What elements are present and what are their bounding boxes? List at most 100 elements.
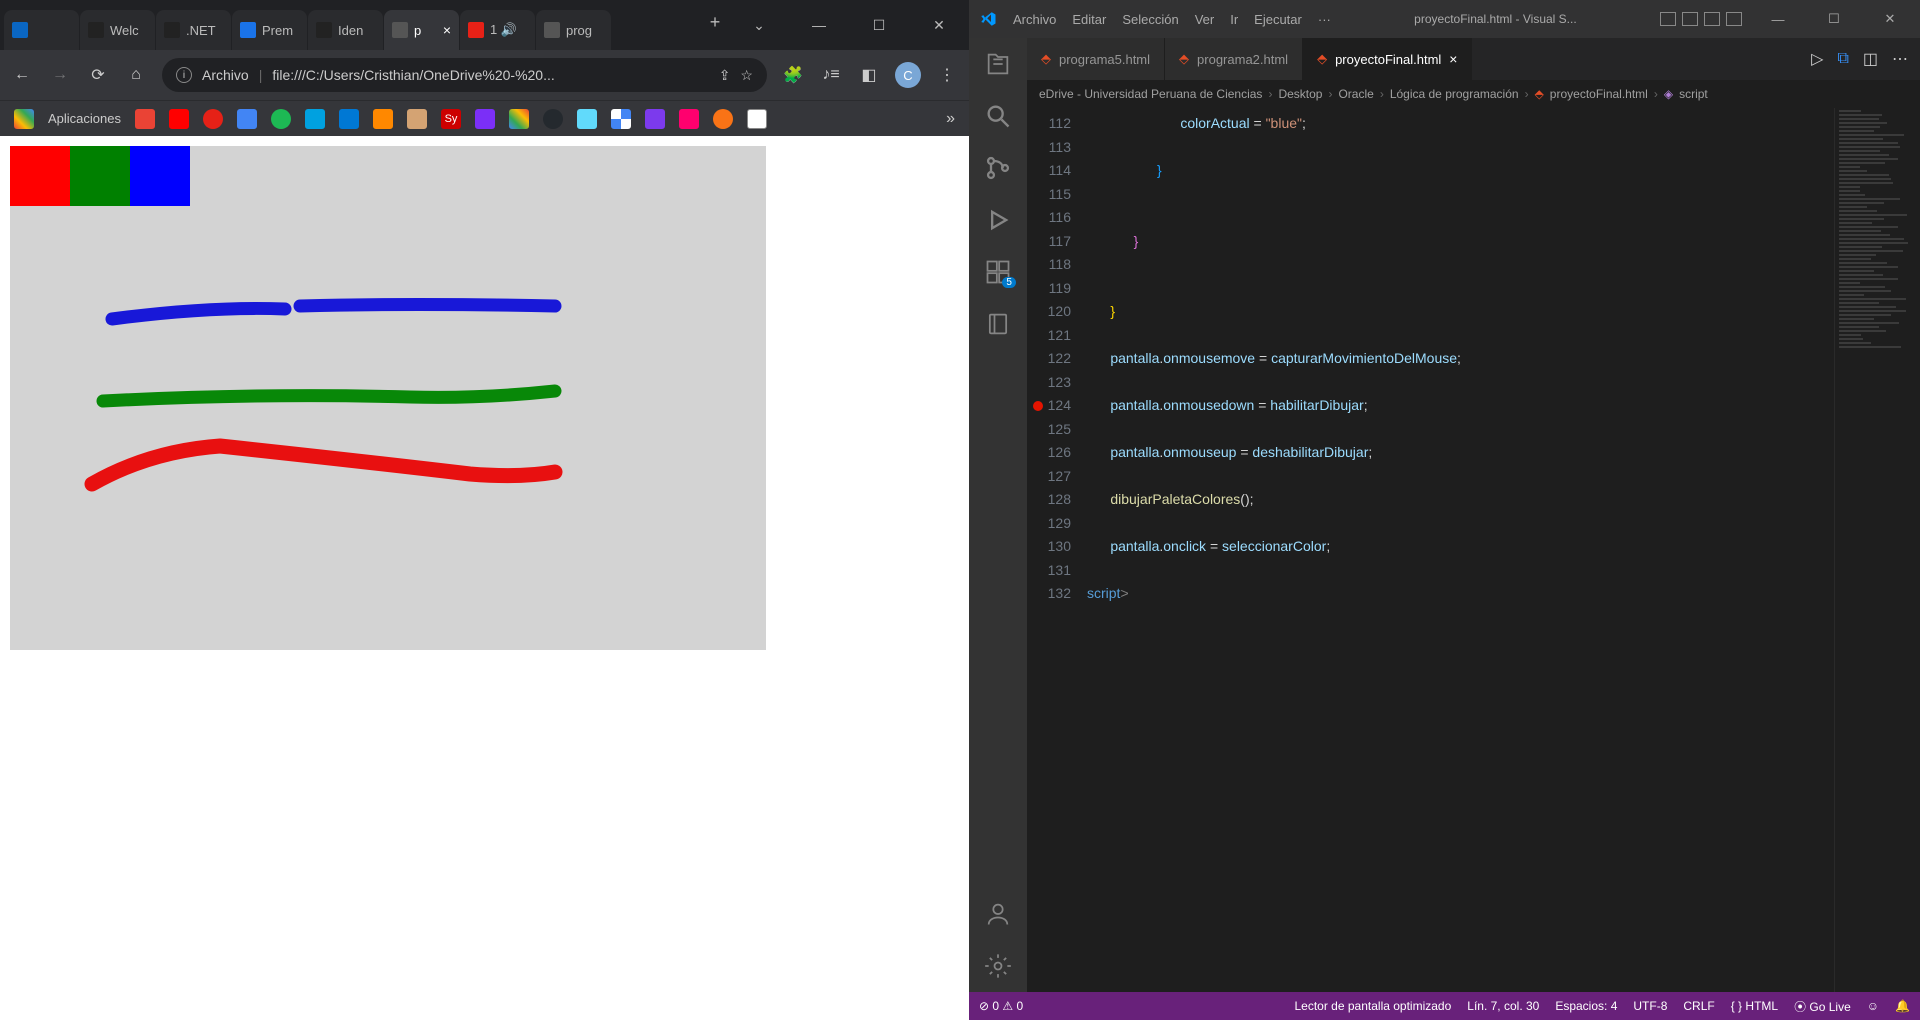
breadcrumb[interactable]: eDrive - Universidad Peruana de Ciencias… — [1027, 80, 1920, 108]
maximize-button[interactable]: ☐ — [1814, 11, 1854, 27]
breadcrumb-segment[interactable]: Desktop — [1278, 87, 1322, 101]
status-eol[interactable]: CRLF — [1683, 999, 1714, 1013]
browser-tab[interactable]: Welc — [80, 10, 155, 50]
profile-avatar[interactable]: C — [895, 62, 921, 88]
menu-item[interactable]: Archivo — [1013, 12, 1056, 27]
browser-tab[interactable]: .NET — [156, 10, 231, 50]
code-content[interactable]: colorActual = "blue"; } } } pantalla.onm… — [1087, 108, 1834, 992]
menu-item[interactable]: Ejecutar — [1254, 12, 1302, 27]
menu-item[interactable]: Ver — [1195, 12, 1215, 27]
run-icon[interactable]: ▷ — [1811, 49, 1823, 69]
close-button[interactable]: ✕ — [1870, 11, 1910, 27]
browser-tab[interactable]: Prem — [232, 10, 307, 50]
minimize-button[interactable]: — — [789, 5, 849, 45]
bookmark-icon[interactable] — [203, 109, 223, 129]
status-encoding[interactable]: UTF-8 — [1633, 999, 1667, 1013]
bookmark-icon[interactable] — [543, 109, 563, 129]
bookmark-icon[interactable] — [237, 109, 257, 129]
bookmark-icon[interactable]: Sy — [441, 109, 461, 129]
bookmark-icon[interactable] — [407, 109, 427, 129]
star-icon[interactable]: ☆ — [740, 67, 753, 84]
status-spaces[interactable]: Espacios: 4 — [1555, 999, 1617, 1013]
bookmark-icon[interactable] — [169, 109, 189, 129]
editor-tab[interactable]: ⬘proyectoFinal.html× — [1303, 38, 1472, 80]
bookmark-icon[interactable] — [747, 109, 767, 129]
menu-item[interactable]: Ir — [1230, 12, 1238, 27]
breadcrumb-segment[interactable]: eDrive - Universidad Peruana de Ciencias — [1039, 87, 1262, 101]
split-icon[interactable]: ⧉ — [1837, 50, 1848, 68]
breadcrumb-segment[interactable]: script — [1679, 87, 1708, 101]
media-icon[interactable]: ♪≡ — [819, 63, 843, 87]
menu-item[interactable]: Selección — [1122, 12, 1178, 27]
status-golive[interactable]: ⦿ Go Live — [1794, 998, 1851, 1015]
bookmark-icon[interactable] — [577, 109, 597, 129]
browser-tab[interactable]: p× — [384, 10, 459, 50]
status-screenreader[interactable]: Lector de pantalla optimizado — [1295, 999, 1452, 1013]
status-feedback-icon[interactable]: ☺ — [1867, 999, 1879, 1013]
bookmark-icon[interactable] — [475, 109, 495, 129]
breadcrumb-segment[interactable]: proyectoFinal.html — [1550, 87, 1648, 101]
split-editor-icon[interactable]: ◫ — [1863, 49, 1878, 69]
sidepanel-icon[interactable]: ◧ — [857, 63, 881, 87]
apps-label[interactable]: Aplicaciones — [48, 111, 121, 126]
apps-icon[interactable] — [14, 109, 34, 129]
drawing-canvas[interactable] — [10, 146, 766, 650]
breadcrumb-segment[interactable]: Oracle — [1338, 87, 1373, 101]
book-icon[interactable] — [984, 310, 1012, 338]
editor-tab[interactable]: ⬘programa2.html — [1165, 38, 1303, 80]
browser-tab[interactable]: 1 🔊 — [460, 10, 535, 50]
extensions-icon[interactable]: 🧩 — [781, 63, 805, 87]
info-icon[interactable]: i — [176, 67, 192, 83]
bookmark-icon[interactable] — [305, 109, 325, 129]
forward-button[interactable]: → — [48, 63, 72, 87]
code-editor[interactable]: 1121131141151161171181191201211221231241… — [1027, 108, 1920, 992]
new-tab-button[interactable]: + — [701, 8, 729, 36]
account-icon[interactable] — [984, 900, 1012, 928]
bookmark-icon[interactable] — [611, 109, 631, 129]
more-icon[interactable]: ⋯ — [1892, 49, 1908, 69]
close-icon[interactable]: × — [443, 22, 451, 38]
share-icon[interactable]: ⇪ — [719, 67, 731, 84]
bookmark-icon[interactable] — [271, 109, 291, 129]
menu-item[interactable]: ··· — [1318, 12, 1331, 27]
source-control-icon[interactable] — [984, 154, 1012, 182]
minimap[interactable] — [1834, 108, 1920, 992]
overflow-icon[interactable]: » — [946, 110, 955, 128]
bookmark-icon[interactable] — [645, 109, 665, 129]
back-button[interactable]: ← — [10, 63, 34, 87]
chevron-down-icon[interactable]: ⌄ — [729, 5, 789, 45]
extensions-icon[interactable]: 5 — [984, 258, 1012, 286]
explorer-icon[interactable] — [984, 50, 1012, 78]
reload-button[interactable]: ⟳ — [86, 63, 110, 87]
canvas-strokes — [10, 146, 766, 650]
settings-gear-icon[interactable] — [984, 952, 1012, 980]
bookmark-icon[interactable] — [713, 109, 733, 129]
maximize-button[interactable]: ☐ — [849, 5, 909, 45]
status-errors[interactable]: ⊘ 0 ⚠ 0 — [979, 999, 1023, 1013]
address-bar[interactable]: i Archivo | file:///C:/Users/Cristhian/O… — [162, 58, 767, 92]
html-file-icon: ⬘ — [1535, 87, 1544, 101]
menu-item[interactable]: Editar — [1072, 12, 1106, 27]
status-language[interactable]: { } HTML — [1731, 999, 1778, 1013]
bookmark-icon[interactable] — [373, 109, 393, 129]
bookmark-icon[interactable] — [509, 109, 529, 129]
editor-tab[interactable]: ⬘programa5.html — [1027, 38, 1165, 80]
status-cursor[interactable]: Lín. 7, col. 30 — [1467, 999, 1539, 1013]
status-bell-icon[interactable]: 🔔 — [1895, 999, 1910, 1013]
breakpoint-icon[interactable] — [1033, 401, 1043, 411]
layout-icons[interactable] — [1660, 12, 1742, 26]
bookmark-icon[interactable] — [679, 109, 699, 129]
breadcrumb-segment[interactable]: Lógica de programación — [1390, 87, 1519, 101]
bookmark-icon[interactable] — [339, 109, 359, 129]
run-debug-icon[interactable] — [984, 206, 1012, 234]
browser-tab[interactable]: Iden — [308, 10, 383, 50]
home-button[interactable]: ⌂ — [124, 63, 148, 87]
search-icon[interactable] — [984, 102, 1012, 130]
close-button[interactable]: ✕ — [909, 5, 969, 45]
browser-tab[interactable]: prog — [536, 10, 611, 50]
close-icon[interactable]: × — [1449, 51, 1457, 67]
menu-icon[interactable]: ⋮ — [935, 63, 959, 87]
minimize-button[interactable]: — — [1758, 12, 1798, 27]
browser-tab[interactable] — [4, 10, 79, 50]
bookmark-icon[interactable] — [135, 109, 155, 129]
